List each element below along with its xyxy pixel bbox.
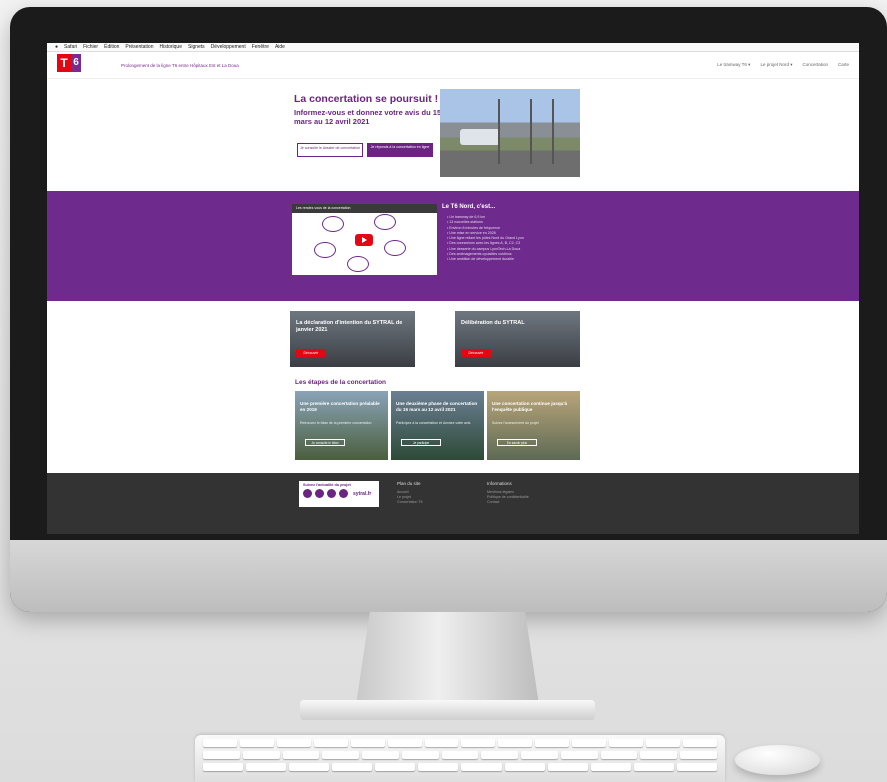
step-desc: Retrouvez le bilan de la première concer… <box>300 421 372 425</box>
step-desc: Suivez l'avancement du projet <box>492 421 539 425</box>
facts-list: • Un tramway de 6,9 km • 13 nouvelles st… <box>447 215 524 263</box>
info-band: Les rendez-vous de la concertation Le T6… <box>47 191 859 301</box>
main-nav: Le tramway T6 ▾ Le projet Nord ▾ Concert… <box>717 62 849 68</box>
apple-icon[interactable]: ● <box>55 44 58 50</box>
fact-item: • Une ambition de développement durable <box>447 257 514 262</box>
card-title: Délibération du SYTRAL <box>461 320 525 326</box>
documents-section: La déclaration d'intention du SYTRAL de … <box>47 311 859 371</box>
step-button[interactable]: Je participe <box>401 439 441 446</box>
youtube-icon[interactable] <box>339 489 348 498</box>
step-card[interactable]: Une concertation continue jusqu'à l'enqu… <box>487 391 580 460</box>
menu-bookmarks[interactable]: Signets <box>188 44 205 50</box>
card-title: La déclaration d'intention du SYTRAL de … <box>296 320 403 333</box>
key-row <box>195 735 725 747</box>
illustration-bubble <box>347 256 369 272</box>
footer-link[interactable]: Contact <box>487 500 529 505</box>
step-card[interactable]: Une première concertation préalable en 2… <box>295 391 388 460</box>
step-title: Une première concertation préalable en 2… <box>300 401 380 412</box>
nav-projet[interactable]: Le projet Nord ▾ <box>760 62 792 68</box>
step-card[interactable]: Une deuxième phase de concertation du 15… <box>391 391 484 460</box>
pole <box>498 99 500 164</box>
consult-dossier-button[interactable]: Je consulte le dossier de concertation <box>297 143 363 157</box>
pole <box>552 99 554 164</box>
mouse <box>735 745 820 775</box>
tram-photo <box>440 89 580 177</box>
monitor: ● Safari Fichier Édition Présentation Hi… <box>10 7 887 612</box>
respond-online-button[interactable]: Je réponds à la concertation en ligne <box>367 143 433 157</box>
monitor-chin <box>10 540 887 612</box>
t6-nord-heading: Le T6 Nord, c'est... <box>442 204 496 210</box>
nav-carte[interactable]: Carte <box>838 62 849 68</box>
tram-shape <box>460 129 500 145</box>
menu-develop[interactable]: Développement <box>211 44 246 50</box>
menu-file[interactable]: Fichier <box>83 44 98 50</box>
menu-history[interactable]: Historique <box>159 44 182 50</box>
play-icon[interactable] <box>355 234 373 246</box>
nav-tramway[interactable]: Le tramway T6 ▾ <box>717 62 750 68</box>
footer-link[interactable]: Concertation T6 <box>397 500 423 505</box>
step-button[interactable]: En savoir plus <box>497 439 537 446</box>
site-header: T 6 Prolongement de la ligne T6 entre Hô… <box>47 52 859 79</box>
desktop-scene: ● Safari Fichier Édition Présentation Hi… <box>0 0 887 782</box>
steps-title: Les étapes de la concertation <box>295 379 387 386</box>
follow-box: Suivez l'actualité du projet sytral.fr <box>299 481 379 507</box>
social-links: sytral.fr <box>299 489 379 498</box>
step-title: Une deuxième phase de concertation du 15… <box>396 401 478 412</box>
logo-6: 6 <box>71 54 81 72</box>
t6-logo[interactable]: T 6 <box>57 54 81 76</box>
illustration-bubble <box>374 214 396 230</box>
illustration-bubble <box>322 216 344 232</box>
nav-concertation[interactable]: Concertation <box>802 62 828 68</box>
fact-item: • Des connexions avec les lignes A, B, C… <box>447 241 521 246</box>
instagram-icon[interactable] <box>327 489 336 498</box>
facebook-icon[interactable] <box>303 489 312 498</box>
site-footer: Suivez l'actualité du projet sytral.fr P… <box>47 473 859 534</box>
hero-subtitle: Informez-vous et donnez votre avis du 15… <box>294 108 442 126</box>
os-menubar: ● Safari Fichier Édition Présentation Hi… <box>47 43 859 52</box>
monitor-stand-base <box>300 700 595 720</box>
menu-edit[interactable]: Édition <box>104 44 119 50</box>
step-desc: Participez à la concertation et donnez v… <box>396 421 471 425</box>
video-title: Les rendez-vous de la concertation <box>292 204 437 213</box>
footer-col-title: Informations <box>487 481 512 486</box>
key-row <box>195 759 725 771</box>
logo-t: T <box>57 54 71 72</box>
menu-safari[interactable]: Safari <box>64 44 77 50</box>
follow-label: Suivez l'actualité du projet <box>303 483 351 487</box>
monitor-stand-neck <box>355 612 540 712</box>
discover-button[interactable]: Découvrir <box>461 349 491 357</box>
sytral-link[interactable]: sytral.fr <box>353 491 371 497</box>
keyboard <box>195 735 725 782</box>
menu-window[interactable]: Fenêtre <box>252 44 269 50</box>
deliberation-card[interactable]: Délibération du SYTRAL Découvrir <box>455 311 580 367</box>
video-player[interactable]: Les rendez-vous de la concertation <box>292 204 437 275</box>
step-title: Une concertation continue jusqu'à l'enqu… <box>492 401 568 412</box>
menu-help[interactable]: Aide <box>275 44 285 50</box>
twitter-icon[interactable] <box>315 489 324 498</box>
site-tagline: Prolongement de la ligne T6 entre Hôpita… <box>121 62 239 68</box>
pole <box>530 99 532 164</box>
footer-col-info: Informations Mentions légales Politique … <box>487 481 529 505</box>
declaration-card[interactable]: La déclaration d'intention du SYTRAL de … <box>290 311 415 367</box>
screen: ● Safari Fichier Édition Présentation Hi… <box>47 43 859 534</box>
footer-col-sitemap: Plan du site Accueil Le projet Concertat… <box>397 481 423 505</box>
menu-view[interactable]: Présentation <box>125 44 153 50</box>
illustration-bubble <box>314 242 336 258</box>
footer-col-title: Plan du site <box>397 481 421 486</box>
discover-button[interactable]: Découvrir <box>296 349 326 357</box>
key-row <box>195 747 725 759</box>
hero-title: La concertation se poursuit ! <box>294 93 439 105</box>
illustration-bubble <box>384 240 406 256</box>
step-button[interactable]: Je consulte le bilan <box>305 439 345 446</box>
